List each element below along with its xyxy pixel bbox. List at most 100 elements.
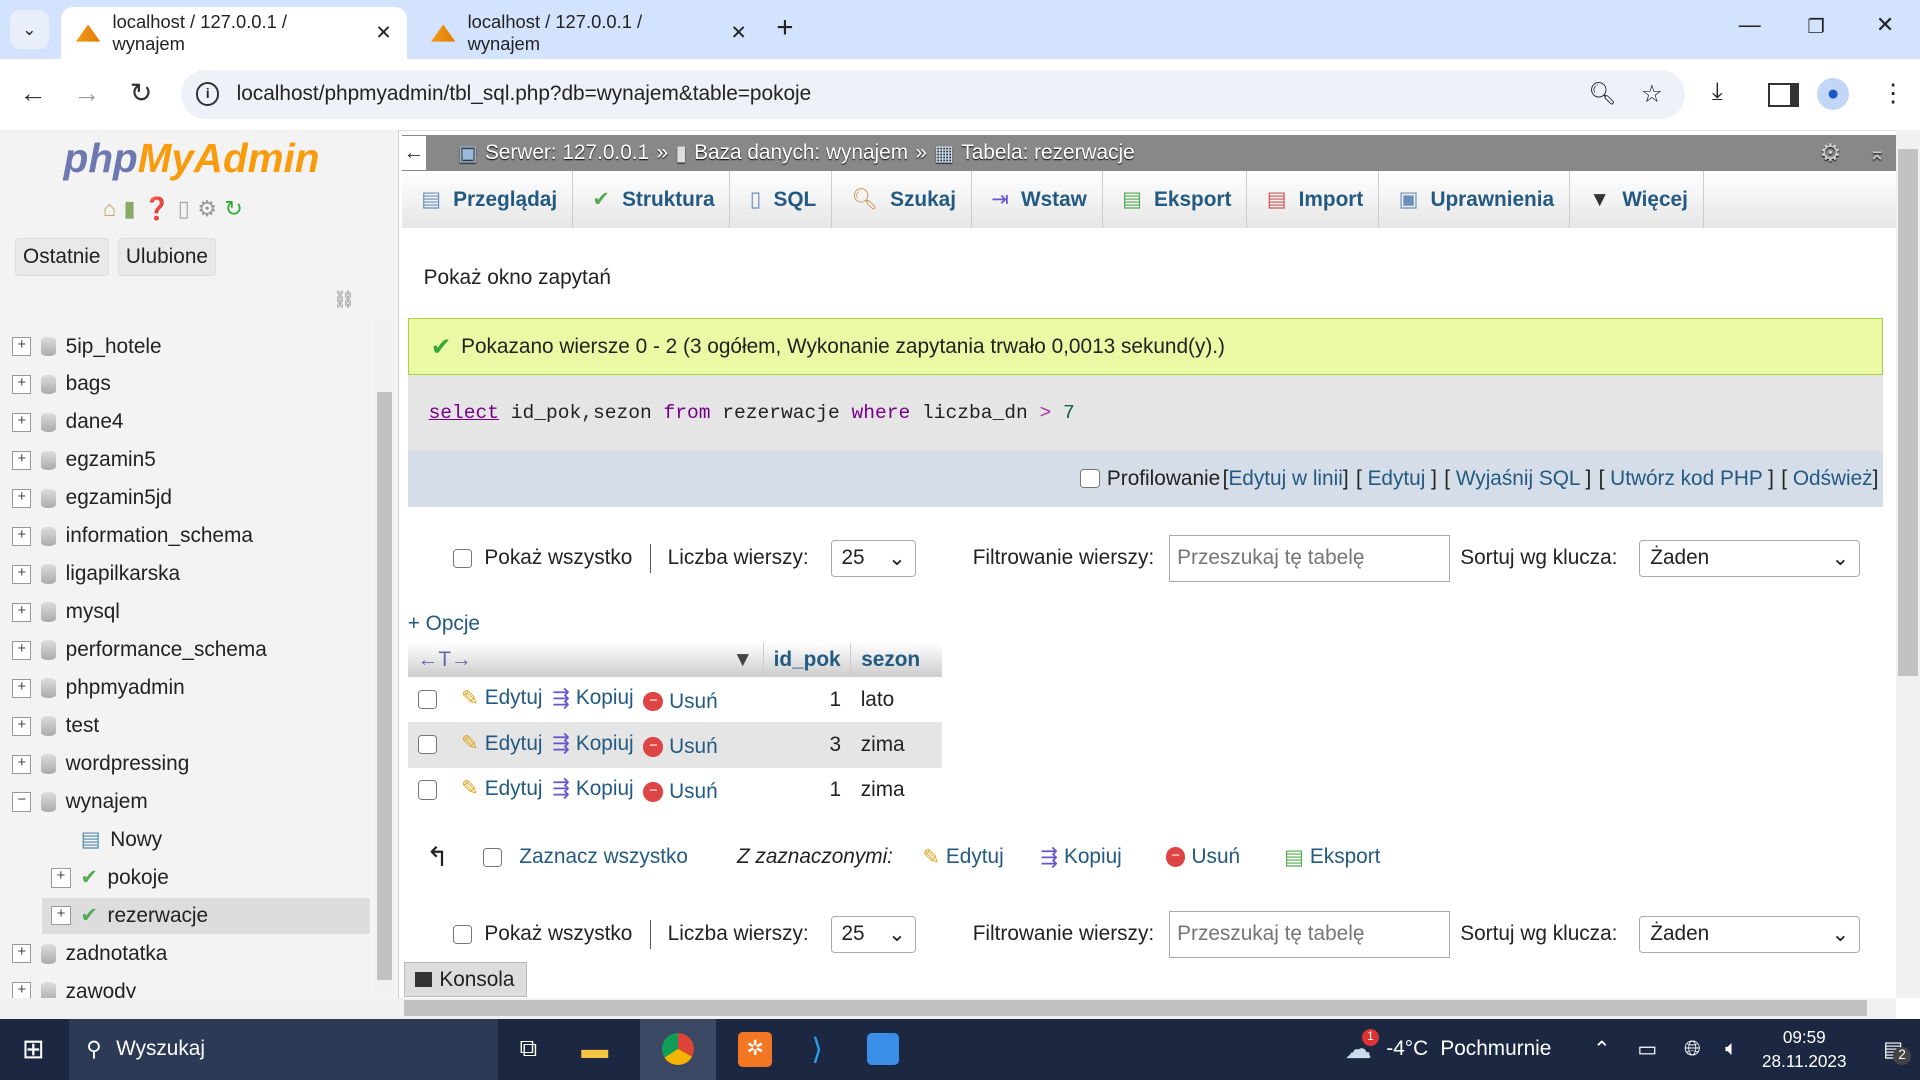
delete-button[interactable]: − Usuń bbox=[643, 690, 718, 714]
cell-sezon[interactable]: lato bbox=[851, 677, 942, 722]
tree-item-zadnotatka[interactable]: + zadnotatka bbox=[12, 936, 370, 973]
docs-icon[interactable]: ▯ bbox=[178, 196, 190, 222]
collapse-top-icon[interactable]: ⌅ bbox=[1868, 141, 1885, 166]
bulk-export-button[interactable]: ▤ Eksport bbox=[1284, 845, 1380, 870]
sort-dropdown-icon[interactable]: ▼ bbox=[732, 648, 753, 672]
database-name[interactable]: dane4 bbox=[66, 410, 124, 434]
restore-button[interactable]: ❐ bbox=[1807, 15, 1825, 39]
database-name[interactable]: performance_schema bbox=[66, 638, 267, 662]
settings-icon[interactable]: ⚙ bbox=[197, 196, 217, 222]
bulk-delete-button[interactable]: − Usuń bbox=[1165, 845, 1240, 869]
tab-privileges[interactable]: ▣ Uprawnienia bbox=[1379, 171, 1570, 228]
reload-icon[interactable]: ↻ bbox=[130, 78, 153, 109]
copy-button[interactable]: ⇶ Kopiuj bbox=[552, 686, 633, 711]
tree-item-information_schema[interactable]: + information_schema bbox=[12, 518, 370, 555]
tree-item-mysql[interactable]: + mysql bbox=[12, 594, 370, 631]
column-header-sezon[interactable]: sezon bbox=[850, 642, 942, 678]
tab-insert[interactable]: ⇥ Wstaw bbox=[972, 171, 1103, 228]
edit-button[interactable]: ✎ Edytuj bbox=[461, 731, 542, 756]
database-name[interactable]: ligapilkarska bbox=[66, 562, 180, 586]
download-icon[interactable]: ⤓ bbox=[1712, 78, 1723, 106]
filter-input[interactable]: Przeszukaj tę tabelę bbox=[1168, 911, 1451, 958]
xampp-icon[interactable]: ✲ bbox=[737, 1032, 773, 1067]
tree-item-bags[interactable]: + bags bbox=[12, 366, 370, 403]
database-name[interactable]: bags bbox=[66, 372, 111, 396]
tab-import[interactable]: ▤ Import bbox=[1247, 171, 1379, 228]
column-header-id_pok[interactable]: id_pok bbox=[762, 642, 851, 678]
browser-tab-active[interactable]: localhost / 127.0.0.1 / wynajem ✕ bbox=[61, 7, 407, 59]
tab-sql[interactable]: ▯ SQL bbox=[730, 171, 832, 228]
show-hidden-icons[interactable]: ⌃ bbox=[1593, 1037, 1610, 1062]
database-name[interactable]: phpmyadmin bbox=[66, 676, 185, 700]
chrome-icon[interactable] bbox=[639, 1018, 716, 1080]
file-explorer-icon[interactable]: ▬ bbox=[581, 1034, 608, 1065]
new-tab-button[interactable]: + bbox=[776, 11, 793, 45]
tree-item-ligapilkarska[interactable]: + ligapilkarska bbox=[12, 556, 370, 593]
edit-inline-link[interactable]: Edytuj w linii bbox=[1228, 467, 1342, 490]
database-name[interactable]: wynajem bbox=[66, 790, 148, 814]
tree-item-performance_schema[interactable]: + performance_schema bbox=[12, 632, 370, 669]
breadcrumb-server[interactable]: Serwer: 127.0.0.1 bbox=[485, 141, 649, 165]
select-all-link[interactable]: Zaznacz wszystko bbox=[519, 845, 688, 869]
task-view-icon[interactable]: ⧉ bbox=[520, 1035, 537, 1063]
database-name[interactable]: wordpressing bbox=[66, 752, 190, 776]
console-button[interactable]: Konsola bbox=[404, 962, 527, 997]
battery-icon[interactable]: ▭ bbox=[1637, 1037, 1657, 1062]
tree-item-5ip_hotele[interactable]: +5ip_hotele bbox=[12, 328, 370, 365]
show-all-checkbox[interactable] bbox=[453, 924, 473, 944]
cell-sezon[interactable]: zima bbox=[851, 768, 942, 813]
recent-button[interactable]: Ostatnie bbox=[14, 237, 109, 277]
bulk-edit-button[interactable]: ✎ Edytuj bbox=[922, 845, 1003, 870]
tree-item-test[interactable]: + test bbox=[12, 708, 370, 745]
cell-id_pok[interactable]: 1 bbox=[763, 768, 851, 813]
database-name[interactable]: zadnotatka bbox=[66, 942, 168, 966]
windows-start-icon[interactable]: ⊞ bbox=[22, 1034, 45, 1065]
database-name[interactable]: egzamin5jd bbox=[66, 486, 172, 510]
browser-tab[interactable]: localhost / 127.0.0.1 / wynajem ✕ bbox=[416, 7, 761, 58]
breadcrumb-table[interactable]: Tabela: rezerwacje bbox=[961, 141, 1134, 165]
clock[interactable]: 09:59 28.11.2023 bbox=[1762, 1025, 1846, 1074]
sql-keyword[interactable]: select bbox=[429, 402, 500, 424]
expand-icon[interactable]: + bbox=[12, 754, 32, 774]
home-icon[interactable]: ⌂ bbox=[103, 196, 116, 222]
expand-icon[interactable]: + bbox=[12, 336, 32, 357]
network-icon[interactable]: 🌐︎ bbox=[1684, 1037, 1701, 1061]
tree-item-phpmyadmin[interactable]: + phpmyadmin bbox=[12, 670, 370, 707]
show-query-link[interactable]: Pokaż okno zapytań bbox=[424, 266, 611, 290]
phpmyadmin-logo[interactable]: phpMyAdmin bbox=[64, 135, 320, 182]
weather-icon[interactable]: ☁ 1 bbox=[1345, 1028, 1379, 1065]
copy-button[interactable]: ⇶ Kopiuj bbox=[552, 731, 633, 756]
row-checkbox[interactable] bbox=[417, 780, 437, 800]
table-name[interactable]: pokoje bbox=[108, 866, 169, 890]
rows-select[interactable]: 25 ⌄ bbox=[830, 915, 917, 953]
tree-item-rezerwacje[interactable]: + ✔ rezerwacje bbox=[41, 897, 370, 935]
tree-item-egzamin5[interactable]: + egzamin5 bbox=[12, 442, 370, 479]
side-panel-icon[interactable] bbox=[1768, 83, 1799, 107]
table-name[interactable]: Nowy bbox=[110, 828, 162, 852]
site-info-icon[interactable]: i bbox=[195, 82, 220, 107]
link-icon[interactable]: ⛓ bbox=[333, 289, 355, 310]
create-php-link[interactable]: Utwórz kod PHP bbox=[1610, 467, 1762, 490]
logout-icon[interactable]: ▮ bbox=[124, 196, 136, 222]
page-horizontal-scrollbar[interactable] bbox=[0, 997, 1896, 1019]
row-checkbox[interactable] bbox=[417, 735, 437, 755]
tree-item-dane4[interactable]: + dane4 bbox=[12, 404, 370, 441]
address-bar[interactable]: i localhost/phpmyadmin/tbl_sql.php?db=wy… bbox=[181, 69, 1685, 119]
cell-sezon[interactable]: zima bbox=[851, 722, 942, 767]
tab-more[interactable]: ▼ Więcej bbox=[1570, 171, 1704, 228]
sort-select[interactable]: Żaden ⌄ bbox=[1639, 539, 1860, 577]
copy-button[interactable]: ⇶ Kopiuj bbox=[552, 776, 633, 801]
database-name[interactable]: egzamin5 bbox=[66, 448, 156, 472]
cell-id_pok[interactable]: 3 bbox=[763, 722, 851, 767]
taskbar-search[interactable]: ⚲ Wyszukaj bbox=[69, 1018, 498, 1080]
forward-icon[interactable]: → bbox=[73, 78, 100, 109]
tree-item-Nowy[interactable]: ▤ Nowy bbox=[12, 822, 370, 859]
collapse-panel-button[interactable]: ← bbox=[401, 135, 427, 171]
notifications-icon[interactable]: ▤ 2 bbox=[1883, 1037, 1912, 1066]
bookmark-star-icon[interactable]: ☆ bbox=[1641, 79, 1663, 109]
tab-structure[interactable]: ✔ Struktura bbox=[573, 171, 731, 228]
back-icon[interactable]: ← bbox=[20, 78, 47, 109]
tab-browse[interactable]: ▤ Przeglądaj bbox=[402, 171, 573, 228]
url-text[interactable]: localhost/phpmyadmin/tbl_sql.php?db=wyna… bbox=[237, 82, 812, 106]
close-tab-icon[interactable]: ✕ bbox=[375, 21, 391, 45]
